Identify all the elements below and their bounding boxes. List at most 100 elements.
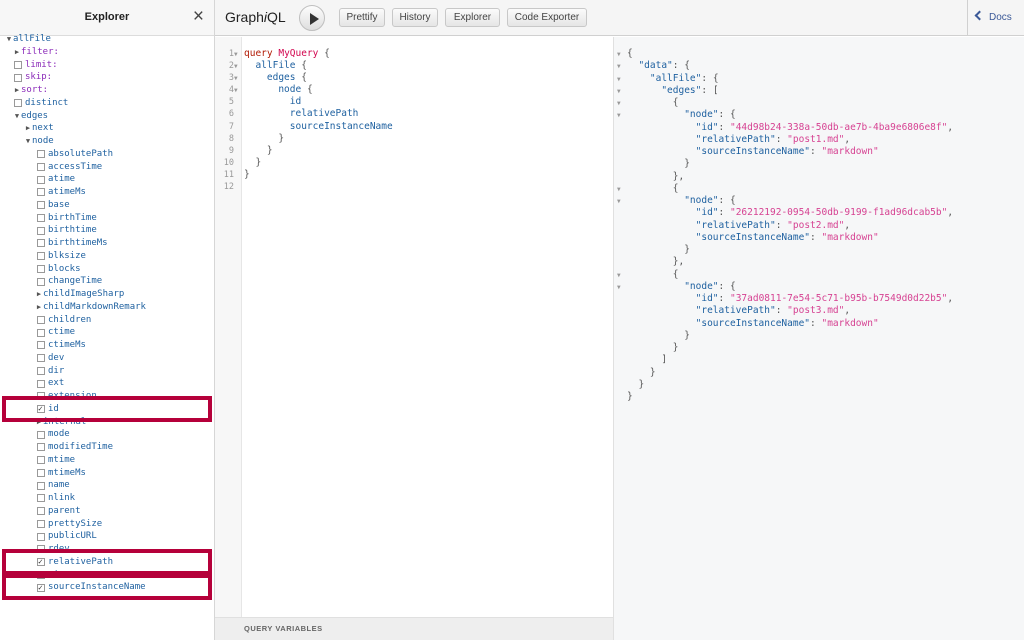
fold-arrow-icon[interactable]: ▼ bbox=[617, 74, 621, 86]
tree-field-blocks[interactable]: blocks bbox=[0, 263, 214, 276]
tree-item-label: childImageSharp bbox=[43, 289, 125, 299]
checkbox[interactable] bbox=[37, 239, 45, 248]
checkbox[interactable] bbox=[14, 73, 22, 82]
checkbox[interactable] bbox=[37, 264, 45, 273]
checkbox[interactable] bbox=[37, 162, 45, 171]
tree-field-base[interactable]: base bbox=[0, 199, 214, 212]
fold-arrow-icon[interactable]: ▼ bbox=[617, 184, 621, 196]
tree-field-children[interactable]: children bbox=[0, 314, 214, 327]
tree-item-label: mode bbox=[48, 429, 70, 440]
checkbox[interactable] bbox=[37, 443, 45, 452]
tree-arg-filter[interactable]: ▶ filter: bbox=[0, 46, 214, 59]
checkbox[interactable] bbox=[37, 507, 45, 516]
query-editor[interactable]: 1 ▼ query MyQuery { 2 ▼ allFile { 3 ▼ edges … bbox=[215, 37, 613, 640]
fold-arrow-icon[interactable]: ▼ bbox=[617, 49, 621, 61]
tree-field-parent[interactable]: parent bbox=[0, 505, 214, 518]
tree-field-ext[interactable]: ext bbox=[0, 377, 214, 390]
caret-right-icon[interactable]: ▶ bbox=[13, 46, 21, 59]
caret-right-icon[interactable]: ▶ bbox=[35, 288, 43, 301]
checkbox[interactable] bbox=[37, 150, 45, 159]
fold-arrow-icon[interactable]: ▼ bbox=[234, 73, 238, 85]
caret-right-icon[interactable]: ▶ bbox=[24, 122, 32, 135]
caret-down-icon[interactable]: ▼ bbox=[13, 110, 21, 123]
checkbox[interactable] bbox=[37, 519, 45, 528]
fold-arrow-icon[interactable]: ▼ bbox=[617, 110, 621, 122]
tree-field-name[interactable]: name bbox=[0, 479, 214, 492]
tree-field-prettySize[interactable]: prettySize bbox=[0, 518, 214, 531]
tree-field-modifiedTime[interactable]: modifiedTime bbox=[0, 441, 214, 454]
checkbox[interactable] bbox=[37, 252, 45, 261]
checkbox[interactable] bbox=[37, 430, 45, 439]
tree-field-absolutePath[interactable]: absolutePath bbox=[0, 148, 214, 161]
checkbox[interactable] bbox=[37, 494, 45, 503]
tree-field-blksize[interactable]: blksize bbox=[0, 250, 214, 263]
checkbox[interactable] bbox=[37, 366, 45, 375]
tree-item-distinct[interactable]: distinct bbox=[0, 97, 214, 110]
tree-field-ctimeMs[interactable]: ctimeMs bbox=[0, 339, 214, 352]
tree-field-mtime[interactable]: mtime bbox=[0, 454, 214, 467]
explorer-button[interactable]: Explorer bbox=[445, 8, 500, 27]
checkbox[interactable] bbox=[37, 481, 45, 490]
prettify-button[interactable]: Prettify bbox=[339, 8, 385, 27]
caret-right-icon[interactable]: ▶ bbox=[13, 84, 21, 97]
tree-item-allFile[interactable]: ▼ allFile bbox=[0, 33, 214, 46]
tree-field-childMarkdownRemark[interactable]: ▶ childMarkdownRemark bbox=[0, 301, 214, 314]
fold-arrow-icon[interactable]: ▼ bbox=[234, 85, 238, 97]
tree-field-publicURL[interactable]: publicURL bbox=[0, 530, 214, 543]
tree-field-atimeMs[interactable]: atimeMs bbox=[0, 186, 214, 199]
checkbox[interactable] bbox=[37, 379, 45, 388]
query-variables-toggle[interactable]: QUERY VARIABLES bbox=[215, 617, 613, 640]
checkbox[interactable] bbox=[37, 456, 45, 465]
tree-field-mode[interactable]: mode bbox=[0, 428, 214, 441]
tree-arg-sort[interactable]: ▶ sort: bbox=[0, 84, 214, 97]
checkbox[interactable] bbox=[37, 226, 45, 235]
tree-field-accessTime[interactable]: accessTime bbox=[0, 161, 214, 174]
fold-arrow-icon[interactable]: ▼ bbox=[617, 270, 621, 282]
tree-item-node[interactable]: ▼ node bbox=[0, 135, 214, 148]
caret-down-icon[interactable]: ▼ bbox=[24, 135, 32, 148]
fold-arrow-icon[interactable]: ▼ bbox=[234, 49, 238, 61]
fold-arrow-icon[interactable]: ▼ bbox=[617, 196, 621, 208]
checkbox[interactable] bbox=[37, 277, 45, 286]
docs-button[interactable]: Docs bbox=[967, 0, 1024, 36]
history-button[interactable]: History bbox=[392, 8, 438, 27]
execute-query-button[interactable] bbox=[299, 5, 325, 31]
tree-field-changeTime[interactable]: changeTime bbox=[0, 275, 214, 288]
checkbox[interactable] bbox=[37, 188, 45, 197]
tree-field-dev[interactable]: dev bbox=[0, 352, 214, 365]
tree-field-dir[interactable]: dir bbox=[0, 365, 214, 378]
tree-field-atime[interactable]: atime bbox=[0, 173, 214, 186]
tree-field-birthTime[interactable]: birthTime bbox=[0, 212, 214, 225]
checkbox[interactable] bbox=[37, 354, 45, 363]
tree-item-label: filter: bbox=[21, 46, 59, 57]
close-icon[interactable]: × bbox=[193, 7, 204, 26]
fold-arrow-icon[interactable]: ▼ bbox=[234, 61, 238, 73]
checkbox[interactable] bbox=[37, 201, 45, 210]
tree-item-edges[interactable]: ▼ edges bbox=[0, 110, 214, 123]
tree-arg-limit[interactable]: limit: bbox=[0, 59, 214, 72]
tree-field-birthtimeMs[interactable]: birthtimeMs bbox=[0, 237, 214, 250]
checkbox[interactable] bbox=[14, 99, 22, 108]
tree-item-next[interactable]: ▶ next bbox=[0, 122, 214, 135]
tree-arg-skip[interactable]: skip: bbox=[0, 71, 214, 84]
fold-arrow-icon[interactable]: ▼ bbox=[617, 98, 621, 110]
caret-down-icon[interactable]: ▼ bbox=[5, 33, 13, 46]
checkbox[interactable] bbox=[37, 213, 45, 222]
checkbox[interactable] bbox=[37, 532, 45, 541]
checkbox[interactable] bbox=[37, 315, 45, 324]
tree-field-nlink[interactable]: nlink bbox=[0, 492, 214, 505]
fold-arrow-icon[interactable]: ▼ bbox=[617, 86, 621, 98]
tree-field-birthtime[interactable]: birthtime bbox=[0, 224, 214, 237]
checkbox[interactable] bbox=[37, 468, 45, 477]
caret-right-icon[interactable]: ▶ bbox=[35, 301, 43, 314]
fold-arrow-icon[interactable]: ▼ bbox=[617, 282, 621, 294]
tree-field-childImageSharp[interactable]: ▶ childImageSharp bbox=[0, 288, 214, 301]
checkbox[interactable] bbox=[37, 175, 45, 184]
checkbox[interactable] bbox=[37, 328, 45, 337]
fold-arrow-icon[interactable]: ▼ bbox=[617, 61, 621, 73]
checkbox[interactable] bbox=[37, 341, 45, 350]
tree-field-mtimeMs[interactable]: mtimeMs bbox=[0, 467, 214, 480]
code-exporter-button[interactable]: Code Exporter bbox=[507, 8, 587, 27]
checkbox[interactable] bbox=[14, 60, 22, 69]
tree-field-ctime[interactable]: ctime bbox=[0, 326, 214, 339]
